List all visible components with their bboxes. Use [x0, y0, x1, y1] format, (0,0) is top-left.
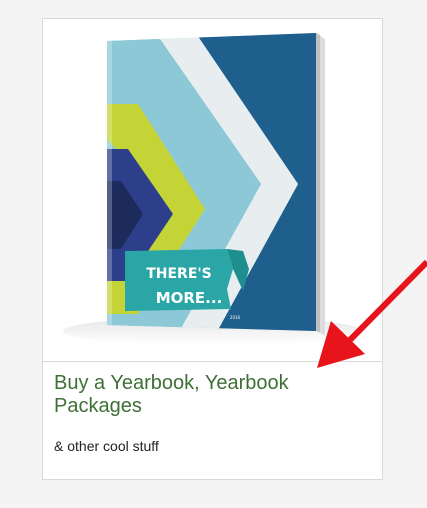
card-subtitle: & other cool stuff [54, 438, 159, 454]
card-divider [43, 361, 382, 362]
cover-text-line2: MORE... [156, 289, 223, 307]
yearbook-cover-image[interactable]: THERE'S MORE... 2016 [43, 19, 382, 361]
yearbook-cover-illustration: THERE'S MORE... 2016 [63, 33, 363, 345]
page: THERE'S MORE... 2016 Buy a Yearbook, Yea… [0, 0, 427, 508]
cover-spine-highlight [107, 33, 112, 331]
card-title-link[interactable]: Buy a Yearbook, Yearbook Packages [54, 372, 374, 418]
book-pages-edge [316, 33, 320, 332]
cover-year: 2016 [230, 315, 241, 320]
cover-text-line1: THERE'S [146, 266, 212, 282]
product-card[interactable]: THERE'S MORE... 2016 Buy a Yearbook, Yea… [42, 18, 383, 480]
